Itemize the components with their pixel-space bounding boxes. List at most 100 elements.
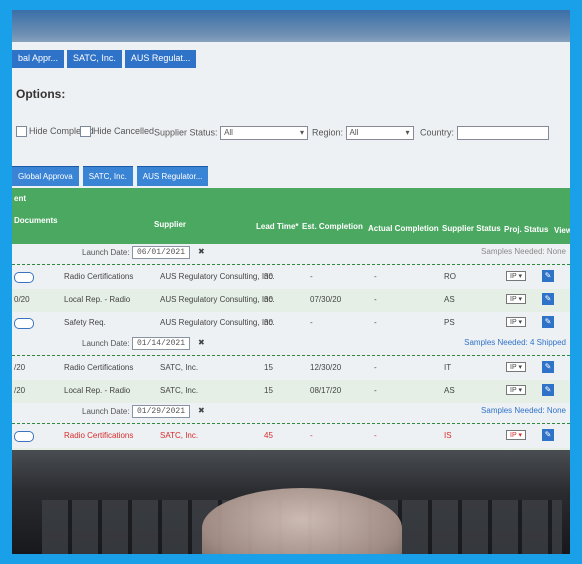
launch-date-label: Launch Date:: [82, 407, 130, 416]
row-date-fragment: 0/20: [14, 295, 30, 304]
row-document[interactable]: Local Rep. - Radio: [64, 386, 130, 395]
hide-completed-checkbox[interactable]: [16, 126, 27, 138]
row-supplier-status: PS: [444, 318, 455, 327]
edit-icon[interactable]: ✎: [542, 429, 554, 441]
row-lead-time: 30: [264, 272, 273, 281]
row-lead-time: 30: [264, 295, 273, 304]
row-actual-completion: -: [374, 386, 377, 395]
supplier-status-select[interactable]: All ▾: [220, 126, 309, 140]
proj-status-select[interactable]: IP ▾: [506, 271, 526, 281]
edit-icon[interactable]: ✎: [542, 270, 554, 282]
edit-icon[interactable]: ✎: [542, 384, 554, 396]
tab-global-approval[interactable]: bal Appr...: [12, 50, 65, 68]
row-actual-completion: -: [374, 272, 377, 281]
row-lead-time: 15: [264, 386, 273, 395]
row-est-completion: 08/17/20: [310, 386, 342, 395]
edit-icon[interactable]: ✎: [542, 293, 554, 305]
clear-date-icon[interactable]: ✖: [198, 247, 205, 256]
row-supplier-status: IT: [444, 363, 452, 372]
chevron-down-icon: ▾: [518, 432, 522, 439]
hide-cancelled-filter[interactable]: Hide Cancelled: [80, 126, 154, 138]
supplier-status-label: Supplier Status:: [154, 127, 218, 138]
tab-aus-regulatory[interactable]: AUS Regulat...: [124, 50, 197, 68]
tab-global-approvals[interactable]: Global Approva: [12, 166, 79, 186]
col-actual-completion[interactable]: Actual Completion: [368, 224, 439, 233]
col-proj-status[interactable]: Proj. Status: [504, 225, 548, 234]
table-row[interactable]: /20 Radio Certifications SATC, Inc. 15 12/30…: [12, 357, 570, 380]
row-supplier: AUS Regulatory Consulting, Inc.: [160, 295, 275, 304]
row-supplier-status: AS: [444, 386, 455, 395]
row-actual-completion: -: [374, 318, 377, 327]
row-est-completion: 07/30/20: [310, 295, 342, 304]
row-document[interactable]: Radio Certifications: [64, 363, 133, 372]
table-row[interactable]: 0/20 Local Rep. - Radio AUS Regulatory Con…: [12, 289, 570, 312]
table-row[interactable]: /20 Local Rep. - Radio SATC, Inc. 15 08/17/2…: [12, 380, 570, 403]
proj-status-select[interactable]: IP ▾: [506, 317, 526, 327]
row-supplier-status: RO: [444, 272, 456, 281]
app-screen: bal Appr... SATC, Inc. AUS Regulat... Op…: [12, 42, 570, 458]
table-row[interactable]: Safety Req. AUS Regulatory Consulting, In…: [12, 312, 570, 335]
row-toggle[interactable]: [14, 272, 34, 283]
col-supplier-status[interactable]: Supplier Status: [442, 224, 501, 233]
launch-date-row: Launch Date: 01/29/2021 ✖ Samples Needed: N…: [12, 403, 570, 424]
row-supplier-status: AS: [444, 295, 455, 304]
row-lead-time: 15: [264, 363, 273, 372]
row-supplier: AUS Regulatory Consulting, Inc.: [160, 272, 275, 281]
photo-laptop-scene: bal Appr... SATC, Inc. AUS Regulat... Op…: [12, 10, 570, 554]
chevron-down-icon: ▾: [518, 296, 522, 303]
row-est-completion: -: [310, 272, 313, 281]
row-lead-time: 30: [264, 318, 273, 327]
col-supplier[interactable]: Supplier: [154, 220, 186, 229]
country-input[interactable]: [456, 126, 549, 140]
row-document[interactable]: Radio Certifications: [64, 272, 133, 281]
row-supplier: SATC, Inc.: [160, 386, 199, 395]
row-supplier: AUS Regulatory Consulting, Inc.: [160, 318, 275, 327]
table-row[interactable]: Radio Certifications SATC, Inc. 45 - - IS IP ▾…: [12, 425, 570, 448]
launch-date-row: Launch Date: 01/14/2021 ✖ Samples Needed: 4…: [12, 335, 570, 356]
clear-date-icon[interactable]: ✖: [198, 406, 205, 415]
hide-cancelled-checkbox[interactable]: [80, 126, 91, 138]
group-divider: [12, 423, 570, 424]
tab-satc-inc[interactable]: SATC, Inc.: [82, 166, 133, 186]
col-documents[interactable]: Documents: [14, 216, 58, 225]
row-document[interactable]: Local Rep. - Radio: [64, 295, 130, 304]
row-toggle[interactable]: [14, 318, 34, 329]
edit-icon[interactable]: ✎: [542, 361, 554, 373]
chevron-down-icon: ▾: [405, 128, 410, 137]
launch-date-input[interactable]: 01/14/2021: [132, 337, 191, 350]
top-tab-bar: bal Appr... SATC, Inc. AUS Regulat...: [12, 50, 197, 68]
tab-satc[interactable]: SATC, Inc.: [67, 50, 122, 68]
row-est-completion: 12/30/20: [310, 363, 342, 372]
edit-icon[interactable]: ✎: [542, 316, 554, 328]
chevron-down-icon: ▾: [518, 273, 522, 280]
grid-header: ent Documents Supplier Lead Time* Est. C…: [12, 188, 570, 244]
tab-aus-regulator[interactable]: AUS Regulator...: [136, 166, 209, 186]
row-est-completion: -: [310, 318, 313, 327]
table-row[interactable]: Radio Certifications AUS Regulatory Consu…: [12, 266, 570, 289]
proj-status-select[interactable]: IP ▾: [506, 385, 526, 395]
filter-bar: Hide Completed Hide Cancelled Supplier S…: [12, 122, 570, 146]
row-lead-time: 45: [264, 431, 273, 440]
row-supplier-status: IS: [444, 431, 452, 440]
col-est-completion[interactable]: Est. Completion: [302, 222, 363, 231]
row-actual-completion: -: [374, 295, 377, 304]
chevron-down-icon: ▾: [300, 128, 305, 137]
row-document[interactable]: Safety Req.: [64, 318, 106, 327]
group-divider: [12, 264, 570, 265]
row-document[interactable]: Radio Certifications: [64, 431, 133, 440]
launch-date-input[interactable]: 01/29/2021: [132, 405, 191, 418]
launch-date-input[interactable]: 06/01/2021: [132, 246, 191, 259]
mid-tab-bar: Global Approva SATC, Inc. AUS Regulator.…: [12, 166, 209, 186]
col-lead-time[interactable]: Lead Time*: [256, 222, 299, 231]
region-select[interactable]: All ▾: [345, 126, 414, 140]
row-actual-completion: -: [374, 363, 377, 372]
row-supplier: SATC, Inc.: [160, 431, 199, 440]
clear-date-icon[interactable]: ✖: [198, 338, 205, 347]
proj-status-select[interactable]: IP ▾: [506, 362, 526, 372]
proj-status-select[interactable]: IP ▾: [506, 294, 526, 304]
row-date-fragment: /20: [14, 363, 26, 372]
row-toggle[interactable]: [14, 431, 34, 442]
proj-status-select[interactable]: IP ▾: [506, 430, 526, 440]
col-view[interactable]: View: [554, 226, 570, 235]
chevron-down-icon: ▾: [518, 387, 522, 394]
